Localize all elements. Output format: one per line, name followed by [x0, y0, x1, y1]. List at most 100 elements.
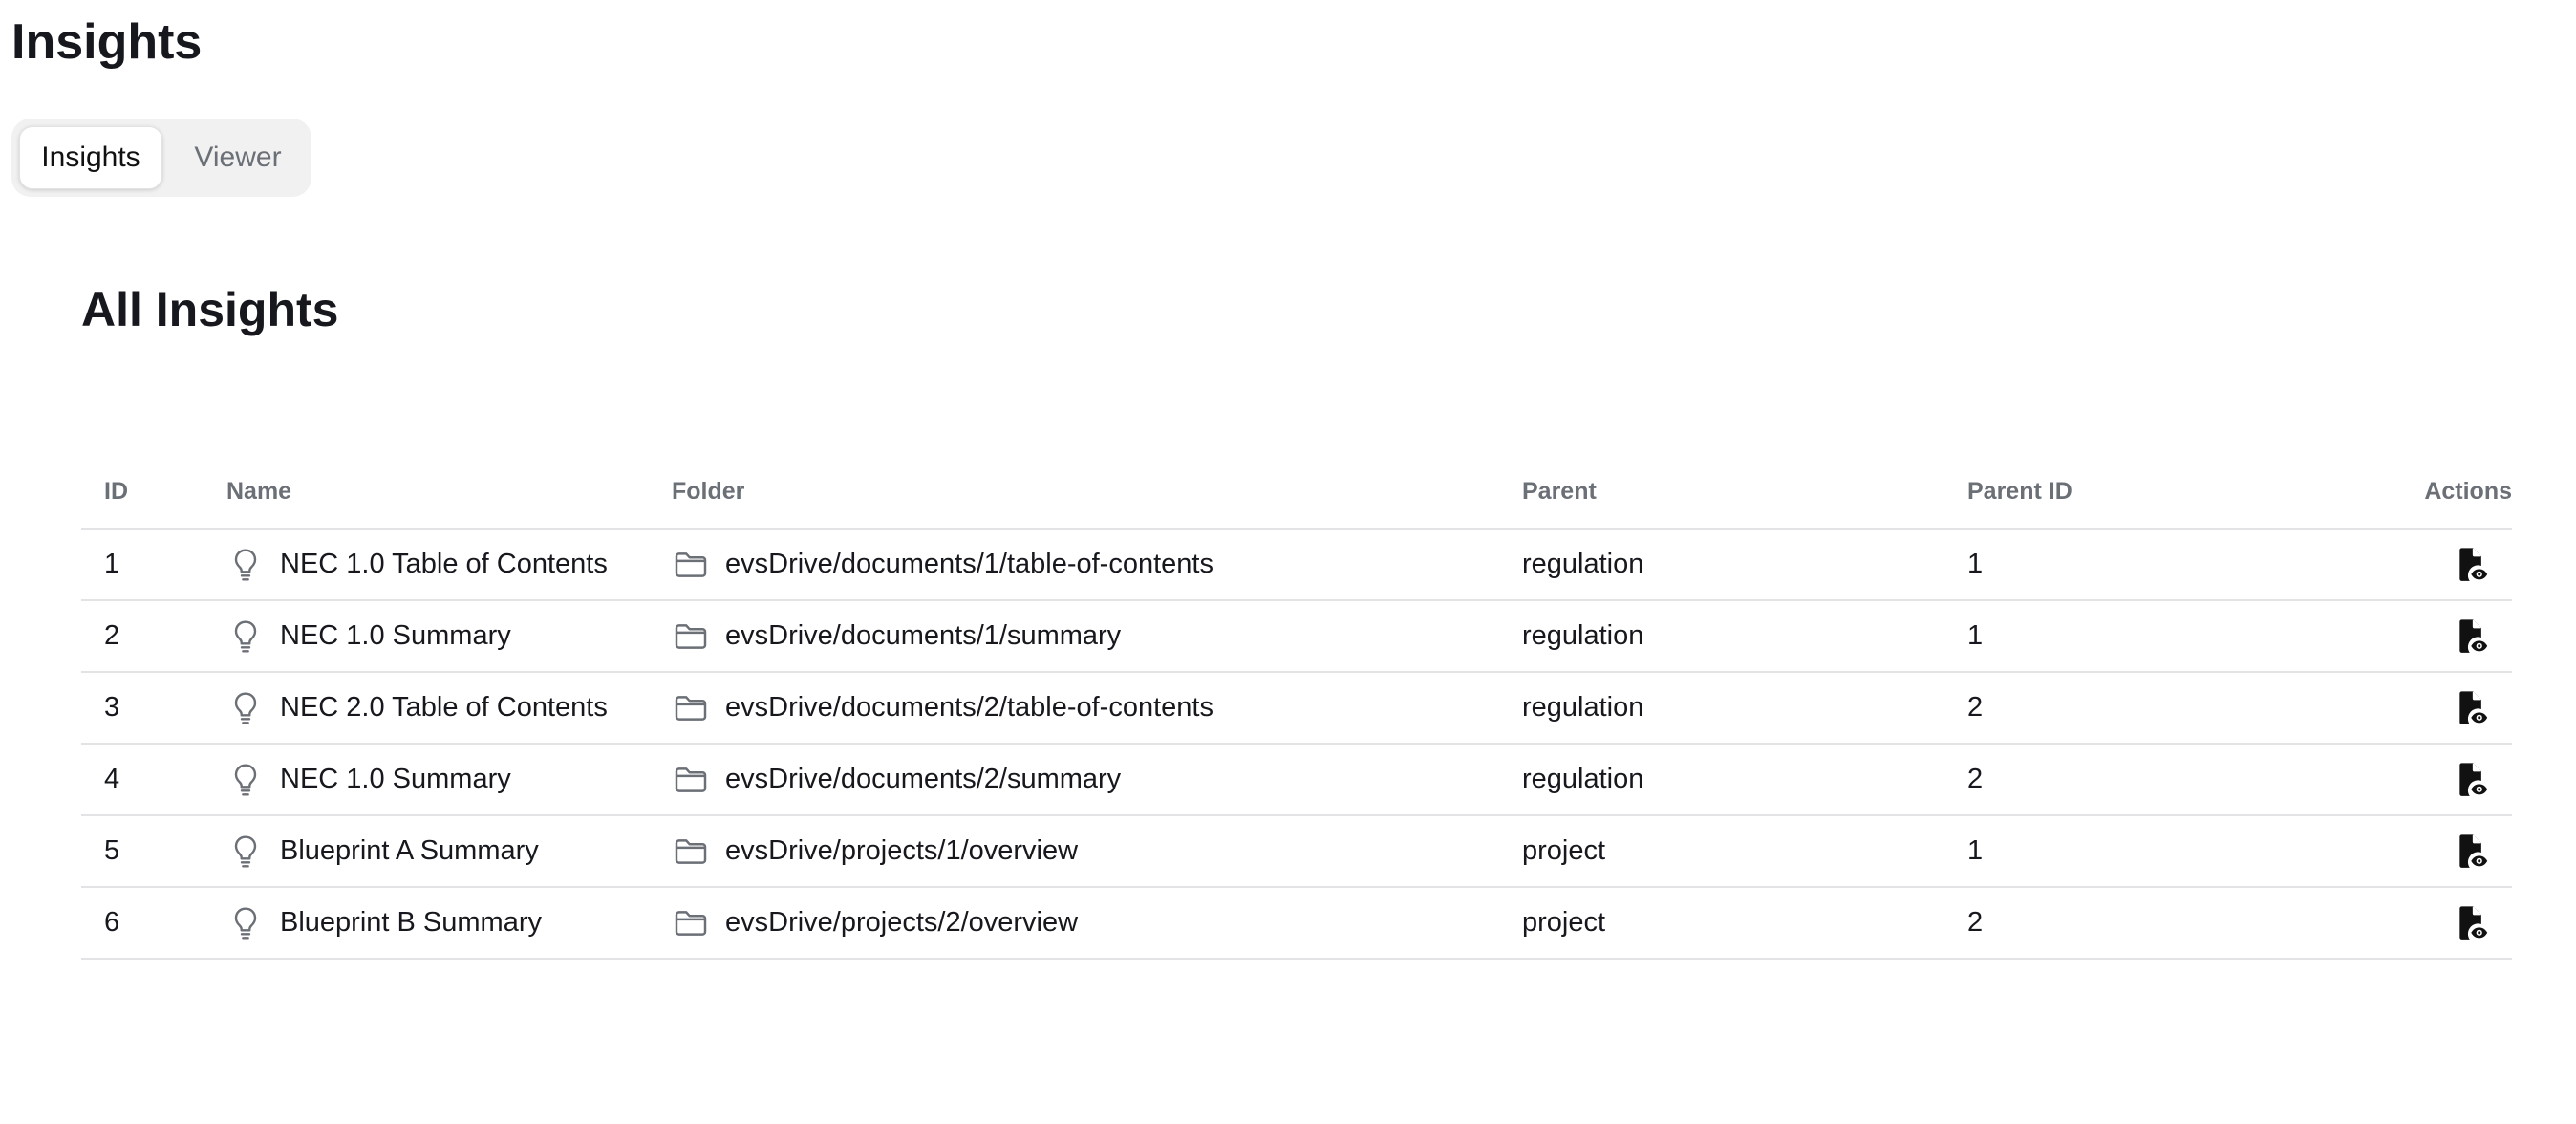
parent-id-value: 2 [1967, 764, 1984, 794]
cell-parent-id: 2 [1967, 888, 1983, 958]
folder-path[interactable]: evsDrive/documents/2/summary [725, 764, 1121, 795]
cell-name: NEC 1.0 Summary [226, 745, 511, 814]
lightbulb-icon [226, 546, 265, 584]
cell-id: 2 [104, 601, 119, 671]
cell-parent: regulation [1522, 673, 1643, 743]
lightbulb-icon [226, 832, 265, 871]
cell-actions [2453, 673, 2491, 743]
cell-folder: evsDrive/documents/1/table-of-contents [672, 530, 1213, 599]
tab-viewer[interactable]: Viewer [172, 126, 304, 189]
section-title: All Insights [81, 283, 339, 336]
cell-parent-id: 1 [1967, 816, 1983, 886]
table-row[interactable]: 4 NEC 1.0 Summary evsDrive/documents/2/s… [81, 745, 2512, 816]
folder-icon [672, 546, 710, 584]
folder-icon [672, 832, 710, 871]
view-document-icon[interactable] [2453, 761, 2491, 799]
insight-name[interactable]: Blueprint B Summary [280, 907, 542, 939]
cell-actions [2453, 601, 2491, 671]
column-header-actions: Actions [2424, 478, 2512, 505]
table-row[interactable]: 6 Blueprint B Summary evsDrive/projects/… [81, 888, 2512, 960]
view-tabs: Insights Viewer [11, 119, 311, 197]
cell-parent: project [1522, 816, 1605, 886]
folder-path[interactable]: evsDrive/documents/2/table-of-contents [725, 692, 1213, 724]
view-document-icon[interactable] [2453, 832, 2491, 871]
column-header-id[interactable]: ID [104, 476, 128, 507]
table-row[interactable]: 1 NEC 1.0 Table of Contents evsDrive/doc… [81, 530, 2512, 601]
parent-value: regulation [1522, 764, 1644, 794]
table-row[interactable]: 2 NEC 1.0 Summary evsDrive/documents/1/s… [81, 601, 2512, 673]
cell-name: NEC 1.0 Table of Contents [226, 530, 608, 599]
insights-table: ID Name Folder Parent Parent ID Actions … [81, 453, 2512, 960]
insight-name[interactable]: NEC 2.0 Table of Contents [280, 692, 608, 724]
folder-icon [672, 904, 710, 942]
id-value: 3 [104, 692, 120, 723]
cell-name: Blueprint A Summary [226, 816, 539, 886]
id-value: 6 [104, 907, 120, 938]
table-row[interactable]: 5 Blueprint A Summary evsDrive/projects/… [81, 816, 2512, 888]
column-header-folder[interactable]: Folder [672, 476, 744, 507]
table-body: 1 NEC 1.0 Table of Contents evsDrive/doc… [81, 530, 2512, 960]
insights-page: Insights Insights Viewer All Insights ID… [0, 0, 2576, 1124]
cell-parent-id: 2 [1967, 745, 1983, 814]
view-document-icon[interactable] [2453, 617, 2491, 656]
lightbulb-icon [226, 617, 265, 656]
cell-folder: evsDrive/documents/2/summary [672, 745, 1121, 814]
cell-actions [2453, 888, 2491, 958]
cell-actions [2453, 530, 2491, 599]
lightbulb-icon [226, 904, 265, 942]
cell-folder: evsDrive/projects/1/overview [672, 816, 1078, 886]
id-value: 2 [104, 620, 120, 651]
view-document-icon[interactable] [2453, 689, 2491, 727]
parent-value: project [1522, 907, 1606, 938]
insight-name[interactable]: NEC 1.0 Summary [280, 764, 511, 795]
cell-parent: regulation [1522, 745, 1643, 814]
folder-icon [672, 689, 710, 727]
cell-id: 3 [104, 673, 119, 743]
insight-name[interactable]: NEC 1.0 Table of Contents [280, 549, 608, 580]
lightbulb-icon [226, 761, 265, 799]
tab-insights[interactable]: Insights [19, 126, 162, 189]
column-header-name[interactable]: Name [226, 476, 291, 507]
view-document-icon[interactable] [2453, 546, 2491, 584]
cell-parent: regulation [1522, 530, 1643, 599]
parent-id-value: 1 [1967, 835, 1984, 866]
folder-path[interactable]: evsDrive/projects/1/overview [725, 835, 1078, 867]
folder-icon [672, 617, 710, 656]
folder-path[interactable]: evsDrive/projects/2/overview [725, 907, 1078, 939]
cell-name: NEC 2.0 Table of Contents [226, 673, 608, 743]
id-value: 4 [104, 764, 120, 794]
insight-name[interactable]: NEC 1.0 Summary [280, 620, 511, 652]
cell-id: 6 [104, 888, 119, 958]
folder-icon [672, 761, 710, 799]
table-row[interactable]: 3 NEC 2.0 Table of Contents evsDrive/doc… [81, 673, 2512, 745]
column-header-parent[interactable]: Parent [1522, 476, 1597, 507]
id-value: 1 [104, 549, 120, 579]
view-document-icon[interactable] [2453, 904, 2491, 942]
parent-id-value: 2 [1967, 907, 1984, 938]
parent-value: regulation [1522, 692, 1644, 723]
parent-id-value: 1 [1967, 549, 1984, 579]
cell-name: NEC 1.0 Summary [226, 601, 511, 671]
column-header-parent-id[interactable]: Parent ID [1967, 476, 2072, 507]
lightbulb-icon [226, 689, 265, 727]
cell-actions [2453, 816, 2491, 886]
cell-id: 1 [104, 530, 119, 599]
cell-parent: project [1522, 888, 1605, 958]
parent-value: regulation [1522, 620, 1644, 651]
insight-name[interactable]: Blueprint A Summary [280, 835, 539, 867]
cell-actions [2453, 745, 2491, 814]
cell-parent-id: 1 [1967, 601, 1983, 671]
cell-name: Blueprint B Summary [226, 888, 542, 958]
folder-path[interactable]: evsDrive/documents/1/table-of-contents [725, 549, 1213, 580]
page-title: Insights [11, 14, 203, 70]
id-value: 5 [104, 835, 120, 866]
cell-folder: evsDrive/documents/1/summary [672, 601, 1121, 671]
folder-path[interactable]: evsDrive/documents/1/summary [725, 620, 1121, 652]
parent-id-value: 2 [1967, 692, 1984, 723]
parent-value: project [1522, 835, 1606, 866]
cell-parent-id: 2 [1967, 673, 1983, 743]
cell-parent: regulation [1522, 601, 1643, 671]
cell-parent-id: 1 [1967, 530, 1983, 599]
cell-folder: evsDrive/documents/2/table-of-contents [672, 673, 1213, 743]
parent-id-value: 1 [1967, 620, 1984, 651]
